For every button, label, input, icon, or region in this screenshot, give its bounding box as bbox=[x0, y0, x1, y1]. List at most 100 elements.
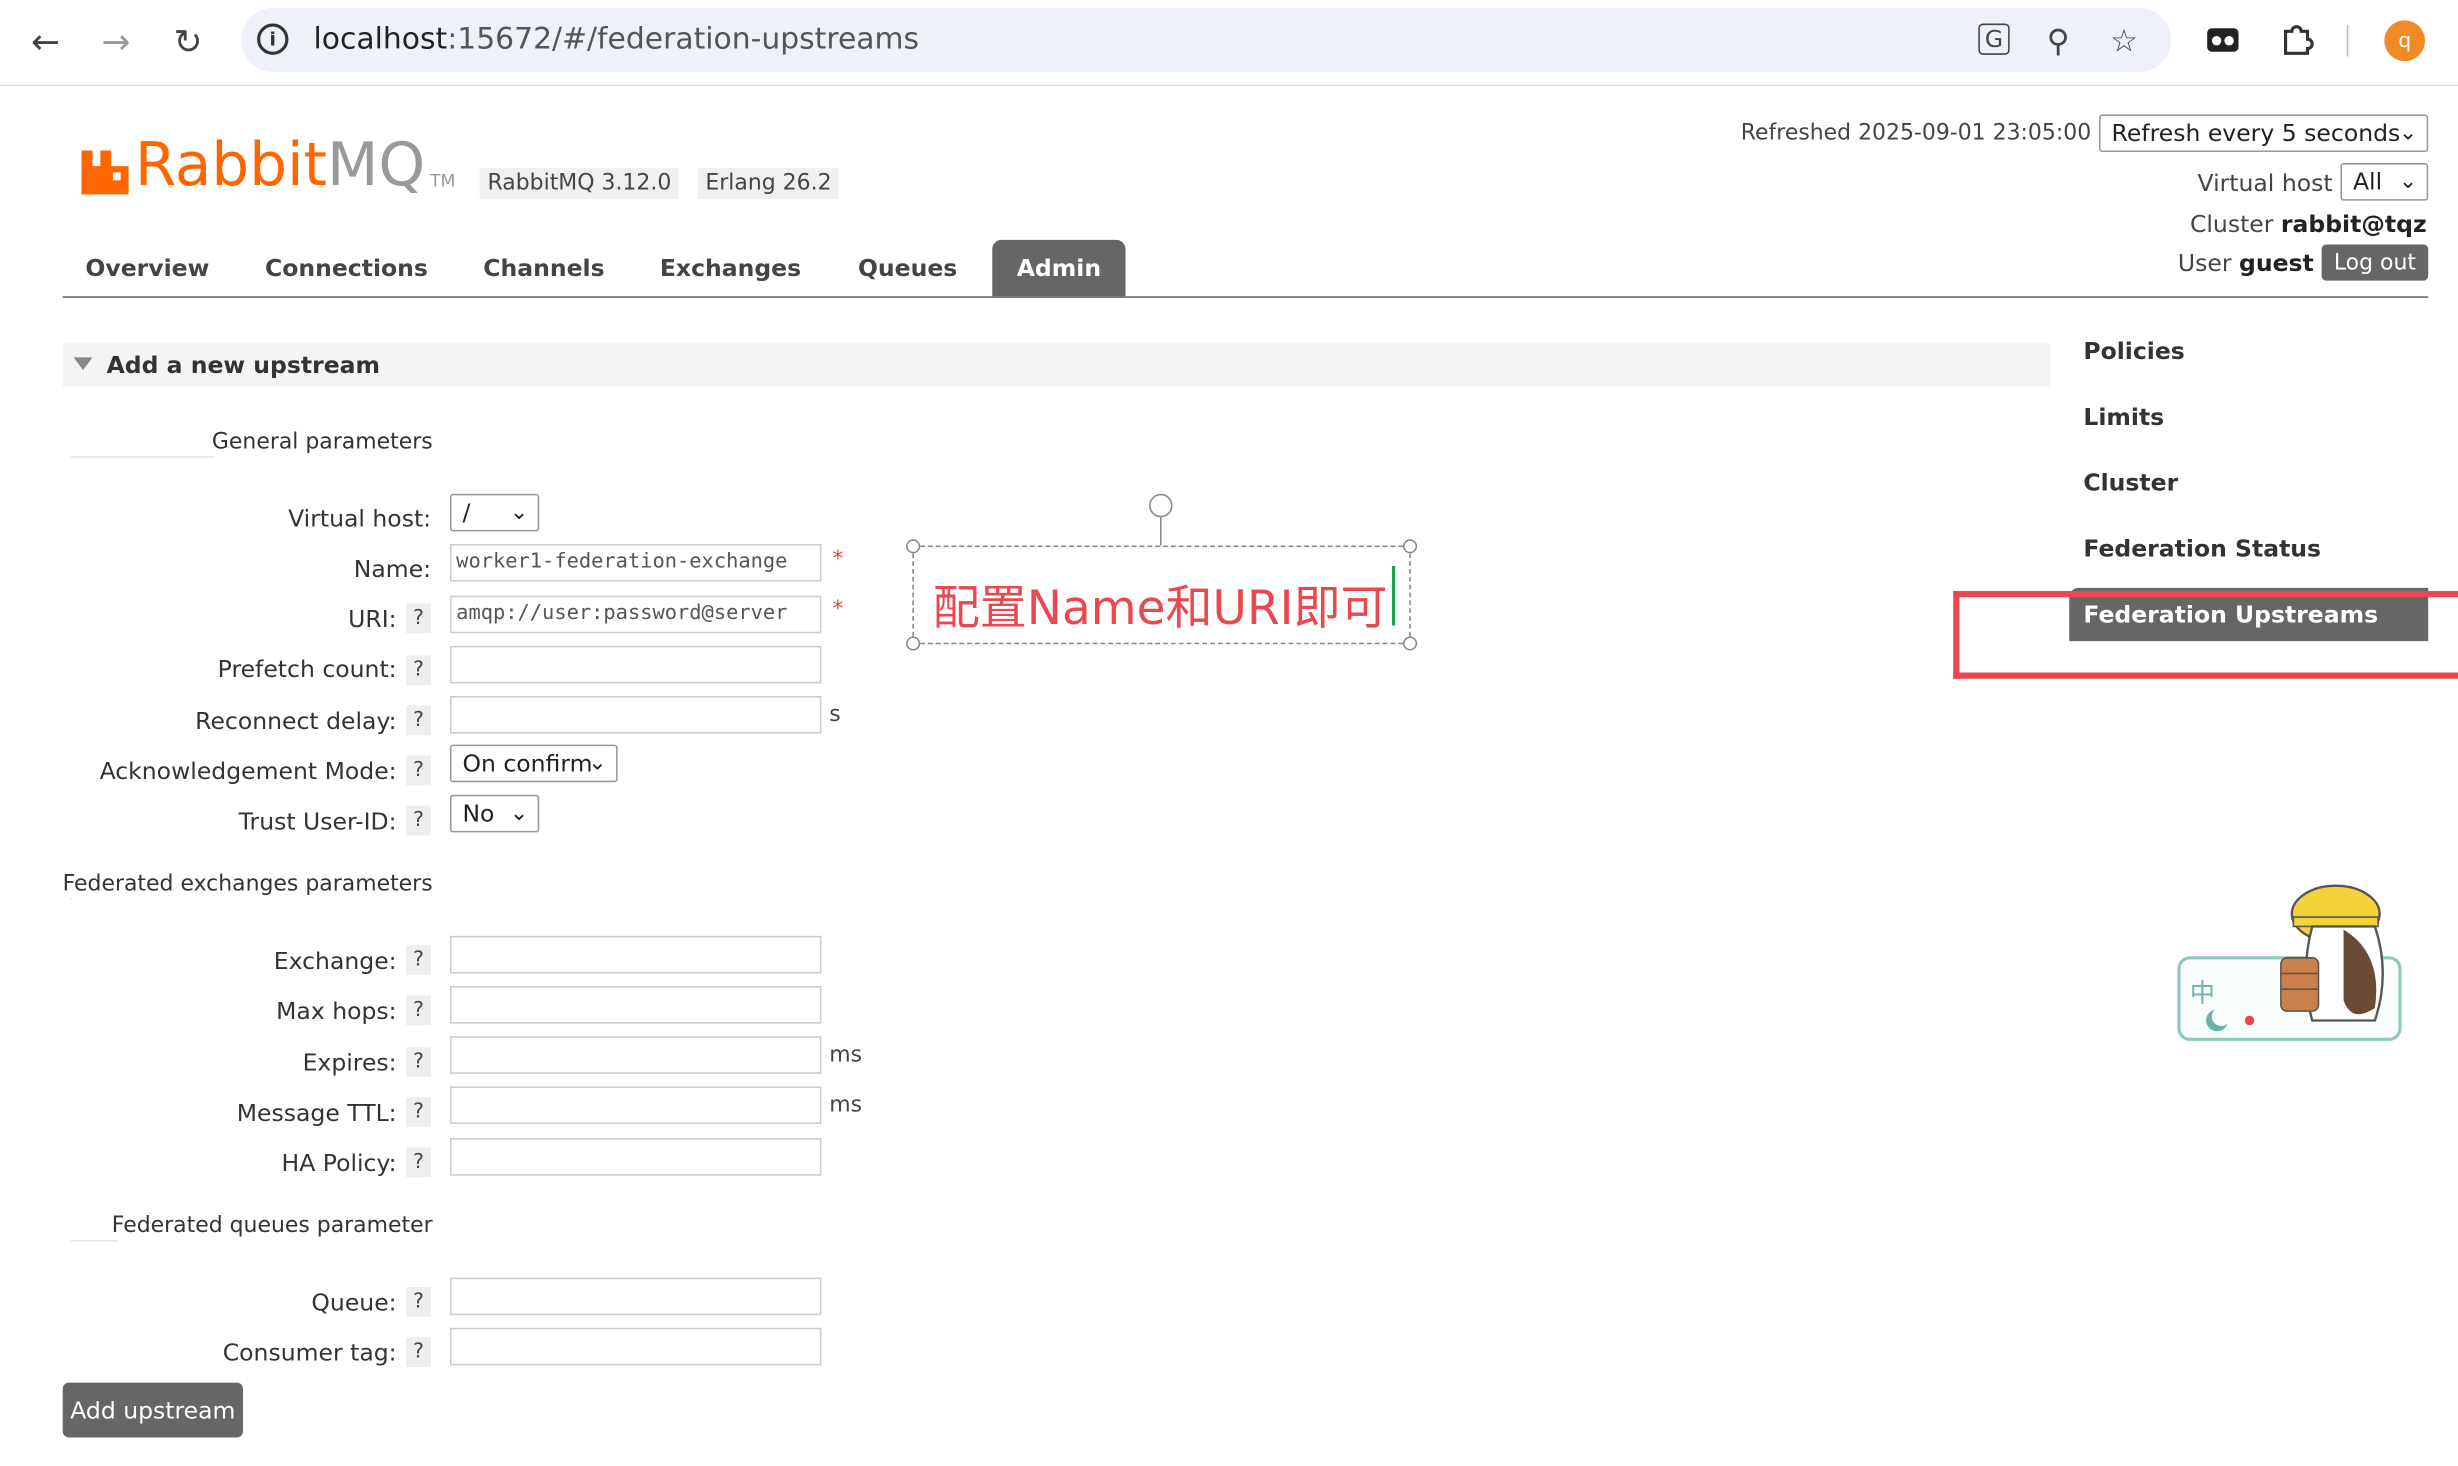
tab-connections[interactable]: Connections bbox=[248, 240, 446, 296]
sidebar-item-limits[interactable]: Limits bbox=[2083, 403, 2164, 431]
rotate-handle[interactable] bbox=[1149, 493, 1173, 518]
forward-arrow-icon[interactable]: → bbox=[92, 19, 139, 66]
ack-mode-select[interactable]: On confirm ⌄ bbox=[449, 744, 618, 783]
reconnect-unit: s bbox=[829, 702, 841, 728]
queue-help-icon[interactable]: ? bbox=[406, 1286, 432, 1317]
exchanges-parameters-title: Federated exchanges parameters bbox=[62, 871, 433, 897]
name-label: Name: bbox=[353, 554, 432, 584]
virtual-host-label: Virtual host: bbox=[288, 504, 432, 533]
cluster-info: Cluster rabbit@tqz bbox=[2189, 210, 2427, 239]
main-tabs: Overview Connections Channels Exchanges … bbox=[62, 239, 2429, 298]
resize-handle[interactable] bbox=[1403, 539, 1418, 554]
prefetch-count-label: Prefetch count: bbox=[217, 655, 397, 684]
expires-unit: ms bbox=[829, 1042, 863, 1068]
tab-admin[interactable]: Admin bbox=[992, 239, 1126, 297]
reconnect-help-icon[interactable]: ? bbox=[406, 705, 432, 736]
reload-icon[interactable]: ↻ bbox=[165, 19, 212, 66]
ha-policy-label: HA Policy: bbox=[281, 1149, 397, 1178]
consumer-tag-input[interactable] bbox=[449, 1327, 822, 1366]
sidebar-item-cluster[interactable]: Cluster bbox=[2083, 469, 2178, 497]
ack-help-icon[interactable]: ? bbox=[406, 755, 432, 786]
ha-policy-help-icon[interactable]: ? bbox=[406, 1147, 432, 1178]
trust-help-icon[interactable]: ? bbox=[406, 805, 432, 836]
trust-user-id-label: Trust User-ID: bbox=[238, 807, 397, 836]
annotation-textbox[interactable]: 配置Name和URI即可 bbox=[906, 539, 1418, 651]
trust-user-id-select[interactable]: No ⌄ bbox=[449, 794, 540, 833]
chevron-down-icon: ⌄ bbox=[2398, 120, 2418, 146]
ha-policy-input[interactable] bbox=[449, 1138, 822, 1176]
resize-handle[interactable] bbox=[906, 636, 921, 651]
address-bar[interactable]: i localhost:15672/#/federation-upstreams… bbox=[241, 7, 2172, 73]
expires-help-icon[interactable]: ? bbox=[406, 1047, 432, 1077]
sidebar-item-federation-status[interactable]: Federation Status bbox=[2083, 535, 2321, 563]
logo-rabbit-text: Rabbit bbox=[134, 130, 327, 200]
highlight-box bbox=[1953, 590, 2458, 679]
queue-input[interactable] bbox=[449, 1277, 822, 1316]
consumer-tag-help-icon[interactable]: ? bbox=[406, 1337, 432, 1367]
general-parameters-title: General parameters bbox=[211, 429, 433, 455]
vhost-label: Virtual host bbox=[2197, 169, 2333, 198]
tab-exchanges[interactable]: Exchanges bbox=[641, 240, 820, 296]
queues-parameter-title: Federated queues parameter bbox=[111, 1213, 433, 1239]
message-ttl-label: Message TTL: bbox=[236, 1098, 397, 1128]
sidebar-item-policies[interactable]: Policies bbox=[2083, 337, 2184, 365]
max-hops-label: Max hops: bbox=[276, 996, 397, 1026]
text-caret bbox=[1392, 565, 1396, 626]
message-ttl-input[interactable] bbox=[449, 1086, 822, 1124]
prefetch-help-icon[interactable]: ? bbox=[406, 655, 432, 686]
chevron-down-icon: ⌄ bbox=[509, 500, 529, 526]
logo-mq-text: MQ bbox=[326, 130, 426, 200]
name-input[interactable]: worker1-federation-exchange bbox=[449, 543, 822, 582]
tab-queues[interactable]: Queues bbox=[837, 240, 978, 296]
add-upstream-section-header[interactable]: Add a new upstream bbox=[62, 343, 2051, 388]
virtual-host-select[interactable]: / ⌄ bbox=[449, 493, 540, 532]
extension-app-icon[interactable] bbox=[2204, 20, 2242, 58]
uri-label: URI: bbox=[348, 605, 397, 634]
exchange-help-icon[interactable]: ? bbox=[406, 945, 432, 976]
resize-handle[interactable] bbox=[906, 539, 921, 554]
ime-mode-label: 中 bbox=[2189, 978, 2216, 1008]
erlang-version-badge: Erlang 26.2 bbox=[697, 167, 840, 200]
refresh-interval-select[interactable]: Refresh every 5 seconds ⌄ bbox=[2099, 114, 2429, 153]
max-hops-help-icon[interactable]: ? bbox=[406, 995, 432, 1026]
exchange-label: Exchange: bbox=[273, 946, 397, 976]
collapse-triangle-icon bbox=[73, 357, 93, 370]
chevron-down-icon: ⌄ bbox=[509, 801, 529, 827]
max-hops-input[interactable] bbox=[449, 986, 822, 1024]
tab-channels[interactable]: Channels bbox=[462, 240, 625, 296]
translate-icon[interactable]: G bbox=[1978, 23, 2010, 55]
group-divider bbox=[70, 1239, 118, 1242]
vhost-select[interactable]: All ⌄ bbox=[2340, 163, 2429, 201]
rabbitmq-version-badge: RabbitMQ 3.12.0 bbox=[479, 167, 680, 200]
ttl-help-icon[interactable]: ? bbox=[406, 1097, 432, 1128]
resize-handle[interactable] bbox=[1403, 636, 1418, 651]
add-upstream-button[interactable]: Add upstream bbox=[62, 1382, 243, 1438]
chevron-down-icon: ⌄ bbox=[588, 750, 607, 776]
annotation-text: 配置Name和URI即可 bbox=[932, 581, 1388, 637]
extensions-puzzle-icon[interactable] bbox=[2278, 20, 2316, 58]
rabbitmq-logo: Rabbit MQ TM bbox=[81, 130, 456, 200]
consumer-tag-label: Consumer tag: bbox=[222, 1338, 397, 1367]
site-info-icon[interactable]: i bbox=[257, 23, 289, 55]
section-title: Add a new upstream bbox=[106, 351, 381, 380]
url-text: localhost:15672/#/federation-upstreams bbox=[313, 21, 920, 57]
chevron-down-icon: ⌄ bbox=[2398, 169, 2418, 195]
expires-input[interactable] bbox=[449, 1036, 822, 1074]
zoom-icon[interactable]: ⚲ bbox=[2041, 22, 2075, 60]
exchange-input[interactable] bbox=[449, 935, 822, 974]
reconnect-delay-label: Reconnect delay: bbox=[195, 706, 397, 736]
uri-help-icon[interactable]: ? bbox=[406, 603, 432, 634]
prefetch-count-input[interactable] bbox=[449, 645, 822, 684]
profile-avatar[interactable]: q bbox=[2384, 20, 2426, 62]
ime-moon-icon bbox=[2206, 1009, 2255, 1032]
bookmark-star-icon[interactable]: ☆ bbox=[2107, 22, 2141, 60]
back-arrow-icon[interactable]: ← bbox=[22, 19, 69, 66]
group-divider bbox=[70, 898, 73, 900]
ime-mascot-icon bbox=[2280, 884, 2384, 1022]
required-marker: * bbox=[832, 547, 844, 573]
reconnect-delay-input[interactable] bbox=[449, 696, 822, 734]
browser-toolbar: ← → ↻ i localhost:15672/#/federation-ups… bbox=[0, 0, 2458, 87]
logo-tm: TM bbox=[429, 170, 456, 192]
uri-input[interactable]: amqp://user:password@server bbox=[449, 595, 822, 634]
tab-overview[interactable]: Overview bbox=[63, 240, 232, 296]
